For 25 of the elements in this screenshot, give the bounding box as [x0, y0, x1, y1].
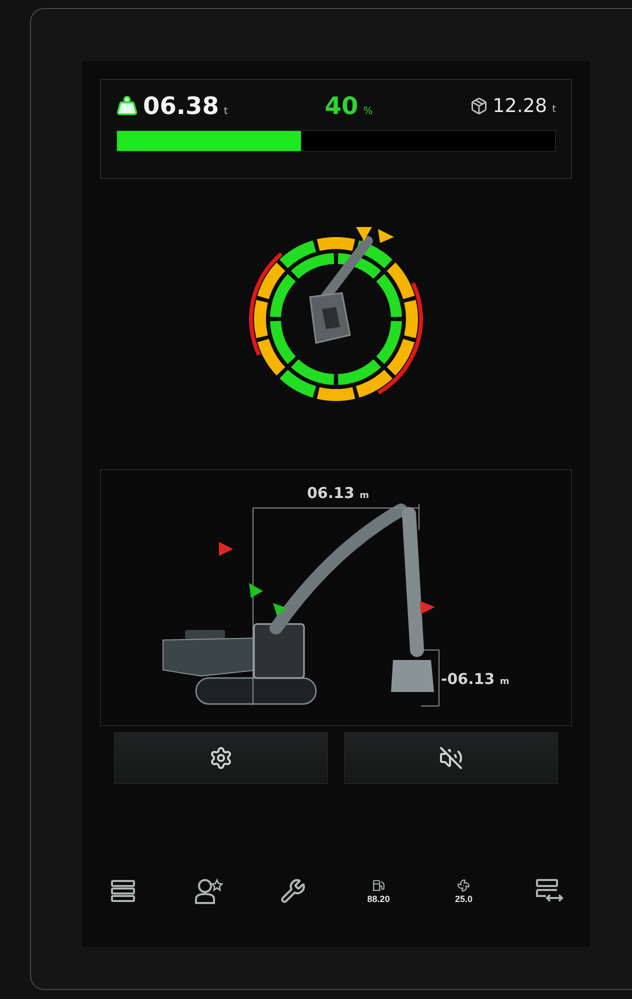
fan-icon — [457, 878, 470, 892]
wrench-icon — [280, 878, 306, 904]
warning-marker-icon — [219, 542, 233, 556]
mute-icon — [439, 746, 463, 770]
depth-dimension-line — [412, 650, 440, 706]
warning-marker-icon — [420, 601, 435, 614]
nav-button[interactable]: 88.20 — [356, 878, 401, 904]
fuel-icon — [372, 878, 386, 892]
payload-value: 06.38 — [143, 92, 219, 120]
capacity-value: 12.28 — [492, 95, 548, 117]
weight-icon — [116, 95, 138, 117]
nav-reading: 25.0 — [454, 894, 473, 904]
capacity-unit: t — [552, 104, 556, 115]
reach-reading: 06.13 m — [306, 484, 370, 502]
nav-button[interactable]: 25.0 — [442, 878, 486, 904]
user-star-icon — [193, 876, 224, 906]
percent-unit: % — [363, 106, 373, 117]
capacity-icon — [470, 97, 488, 115]
nav-reading: 88.20 — [367, 894, 390, 904]
load-percent: 40 — [324, 92, 358, 120]
depth-reading: -06.13 m — [441, 670, 510, 688]
settings-icon — [209, 746, 233, 770]
payload-unit: t — [224, 106, 228, 117]
ok-marker-icon — [249, 583, 263, 598]
ok-marker-icon — [273, 603, 287, 616]
